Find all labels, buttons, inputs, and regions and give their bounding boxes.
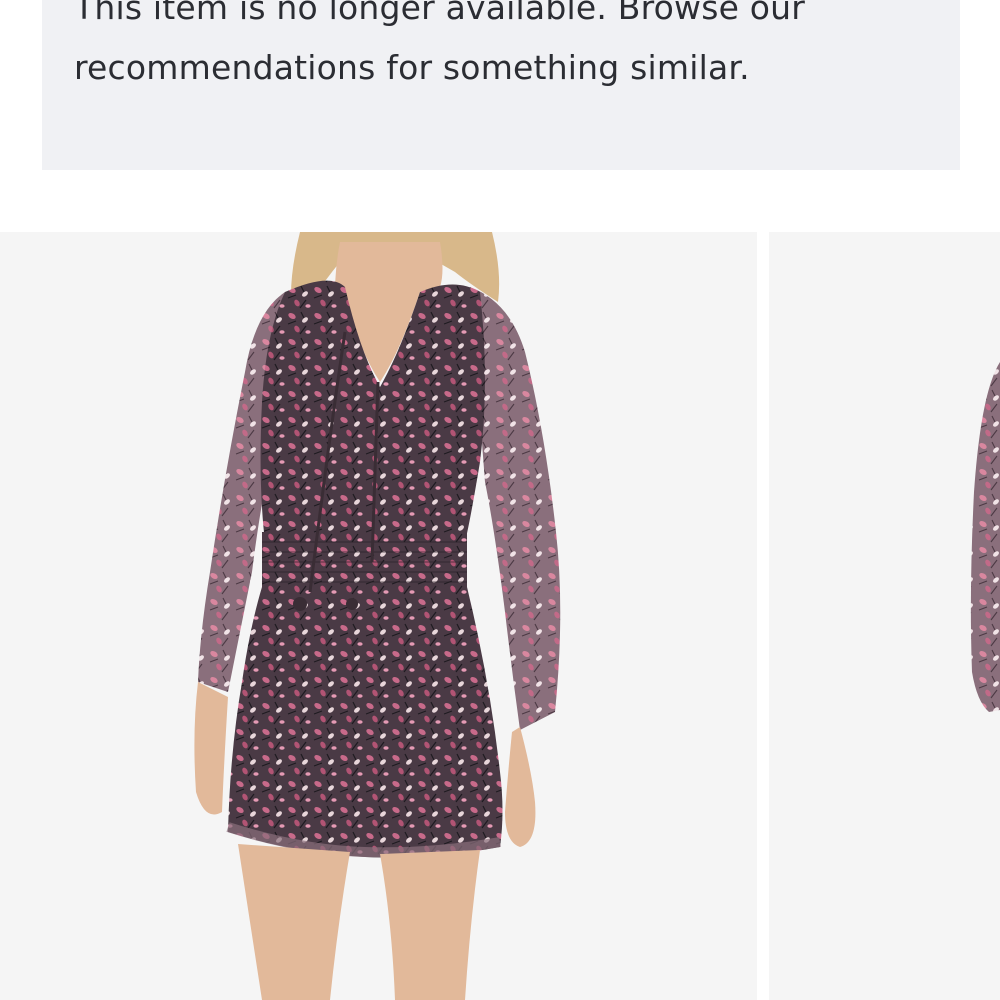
unavailable-notice: This item is no longer available. Browse…: [42, 0, 960, 170]
unavailable-message: This item is no longer available. Browse…: [74, 0, 806, 87]
model-dress-side-illustration: [970, 362, 1000, 712]
product-image-gallery[interactable]: [0, 232, 1000, 1000]
product-image-main[interactable]: [0, 232, 757, 1000]
product-image-secondary[interactable]: [769, 232, 1000, 1000]
model-dress-illustration: [194, 232, 561, 1000]
